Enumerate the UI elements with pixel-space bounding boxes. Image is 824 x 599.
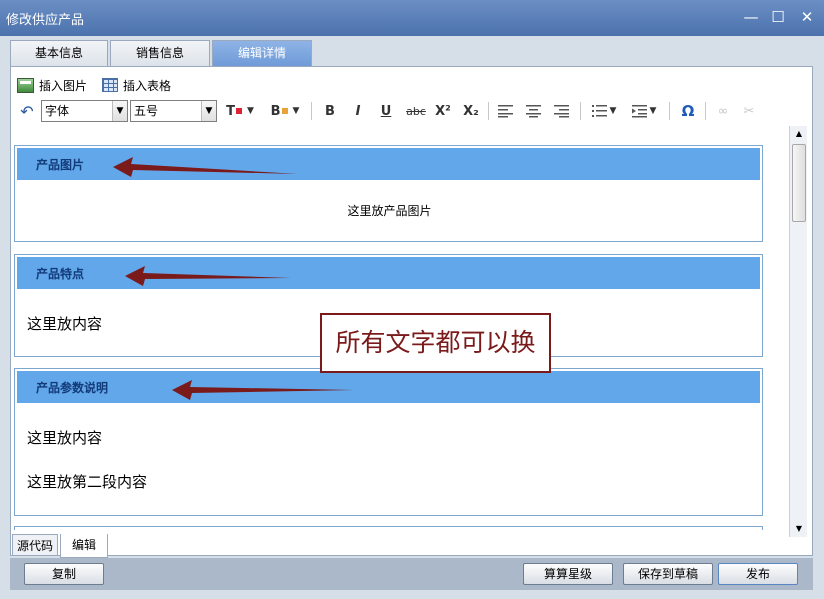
undo-icon[interactable]: ↶ [17,101,37,121]
superscript-button[interactable]: X² [432,101,454,121]
vertical-scrollbar[interactable]: ▲ ▼ [789,126,807,537]
toolbar-divider [669,102,670,120]
copy-button[interactable]: 复制 [24,563,104,585]
align-left-icon [498,105,513,118]
list-button[interactable]: ▼ [587,101,621,121]
chevron-down-icon: ▼ [246,106,254,116]
strikethrough-button[interactable]: abc [403,101,429,121]
color-swatch-icon [235,108,242,114]
toolbar-divider [705,102,706,120]
close-button[interactable]: ✕ [797,7,817,27]
tab-source-code[interactable]: 源代码 [12,534,58,556]
calc-rating-button[interactable]: 算算星级 [523,563,613,585]
publish-button[interactable]: 发布 [718,563,798,585]
indent-icon [631,105,647,118]
image-icon [17,77,34,93]
arrow-icon [172,380,354,400]
chevron-down-icon: ▼ [649,106,657,116]
text-color-icon: T [226,103,235,119]
scroll-down-icon[interactable]: ▼ [791,521,807,537]
font-family-select[interactable]: 字体 ▼ [41,100,128,122]
table-icon [102,78,118,92]
chevron-down-icon: ▼ [609,106,617,116]
format-toolbar: ↶ 字体 ▼ 五号 ▼ T ▼ B ▼ B I U abc X² X₂ ▼ ▼ … [17,99,807,123]
minimize-button[interactable]: — [741,7,761,27]
tab-edit-mode[interactable]: 编辑 [60,534,108,558]
align-center-icon[interactable] [524,101,544,121]
window-title: 修改供应产品 [6,13,85,28]
tab-edit-details[interactable]: 编辑详情 [212,40,312,66]
chevron-down-icon: ▼ [201,101,216,121]
toolbar-divider [580,102,581,120]
annotation-callout: 所有文字都可以换 [320,313,551,373]
font-family-value: 字体 [45,104,70,118]
tab-basic-info[interactable]: 基本信息 [10,40,108,66]
italic-button[interactable]: I [348,101,368,121]
unlink-icon[interactable]: ✂ [739,101,759,121]
arrow-icon [113,157,298,177]
align-left-icon[interactable] [496,101,516,121]
link-icon[interactable]: ∞ [713,101,733,121]
align-right-icon[interactable] [552,101,572,121]
insert-image-label: 插入图片 [39,78,88,93]
align-center-icon [526,105,541,118]
arrow-icon [113,157,354,400]
dialog-body: 基本信息 销售信息 编辑详情 插入图片 插入表格 ↶ 字体 ▼ 五号 ▼ T ▼… [0,36,824,599]
insert-table-label: 插入表格 [123,78,172,93]
arrow-icon [125,266,291,286]
scroll-thumb[interactable] [792,144,806,222]
bg-color-icon: B [270,103,281,119]
font-size-value: 五号 [134,104,159,118]
font-size-select[interactable]: 五号 ▼ [130,100,217,122]
special-char-button[interactable]: Ω [677,101,699,121]
insert-image-button[interactable]: 插入图片 [17,75,97,95]
chevron-down-icon: ▼ [292,106,300,116]
toolbar-divider [311,102,312,120]
save-draft-button[interactable]: 保存到草稿 [623,563,713,585]
subscript-button[interactable]: X₂ [460,101,482,121]
list-icon [591,105,607,117]
scroll-up-icon[interactable]: ▲ [791,126,807,142]
insert-table-button[interactable]: 插入表格 [102,75,182,95]
bg-color-button[interactable]: B ▼ [267,101,303,121]
toolbar-divider [488,102,489,120]
footer-bar: 复制 算算星级 保存到草稿 发布 [10,558,813,590]
title-bar: 修改供应产品 — ☐ ✕ [0,0,824,36]
maximize-button[interactable]: ☐ [768,7,788,27]
tab-sales-info[interactable]: 销售信息 [110,40,210,66]
text-color-button[interactable]: T ▼ [223,101,257,121]
align-right-icon [554,105,569,118]
bold-button[interactable]: B [320,101,340,121]
underline-button[interactable]: U [376,101,396,121]
chevron-down-icon: ▼ [112,101,127,121]
indent-button[interactable]: ▼ [627,101,661,121]
color-swatch-icon [281,108,288,114]
